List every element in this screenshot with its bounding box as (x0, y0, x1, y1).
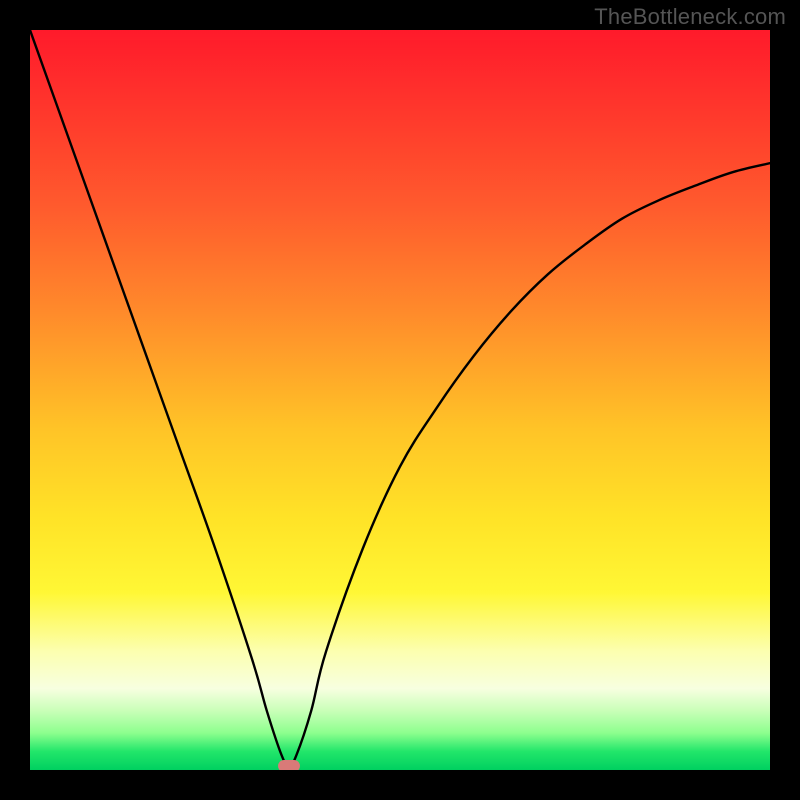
plot-area (30, 30, 770, 770)
bottleneck-curve (30, 30, 770, 766)
curve-svg (30, 30, 770, 770)
optimal-marker (278, 760, 300, 770)
watermark-text: TheBottleneck.com (594, 4, 786, 30)
chart-frame: TheBottleneck.com (0, 0, 800, 800)
